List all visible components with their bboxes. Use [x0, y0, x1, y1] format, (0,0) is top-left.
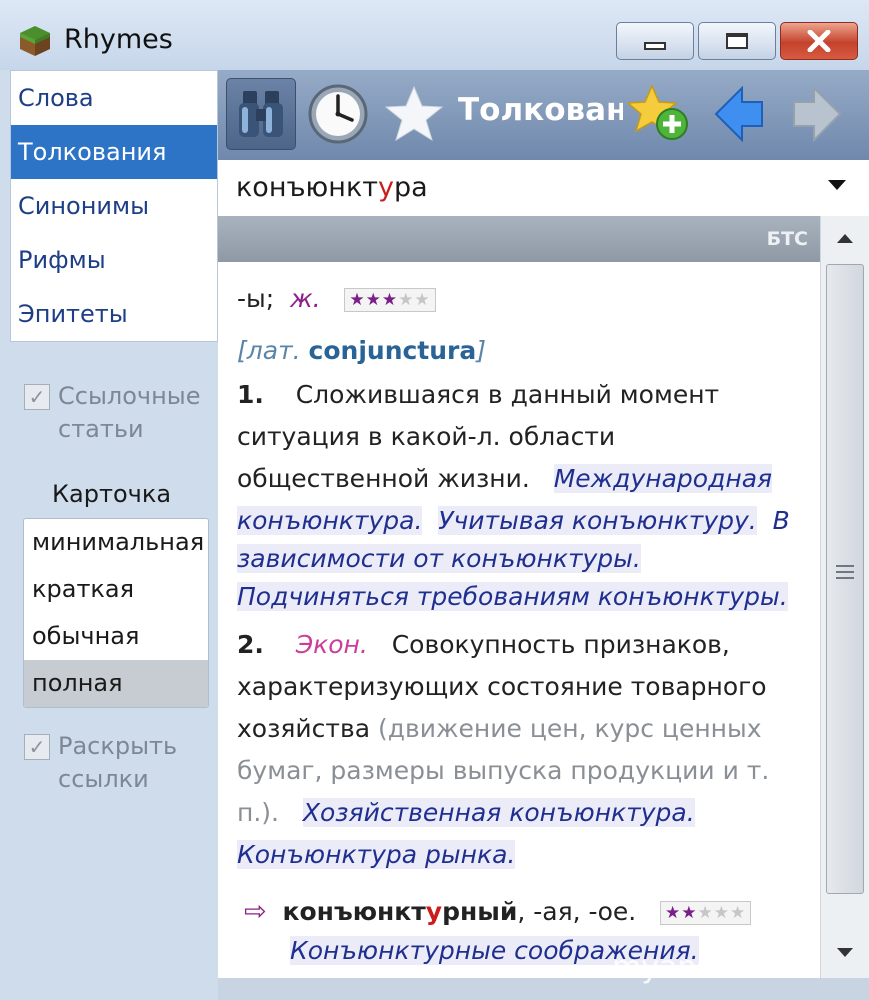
clock-icon[interactable] [306, 82, 370, 146]
word-stress-letter: у [377, 172, 394, 203]
close-button[interactable] [780, 22, 858, 60]
maximize-icon [726, 33, 748, 49]
expand-links-label-1: Раскрыть [58, 732, 178, 760]
sense-note: п.). [237, 798, 279, 827]
example-text: конъюнктура. [237, 506, 423, 535]
card-option-short[interactable]: краткая [24, 566, 208, 613]
derivative-word[interactable]: конъюнктурный [283, 897, 518, 926]
window-title: Rhymes [64, 24, 173, 55]
sense-text: ситуация в какой-л. области [237, 422, 616, 451]
nav-item-words[interactable]: Слова [11, 71, 217, 125]
star-icon[interactable] [384, 84, 444, 144]
frequency-rating: ★★★★★ [344, 288, 436, 312]
sense-text: Совокупность признаков, [391, 630, 730, 659]
back-arrow-icon[interactable] [712, 84, 768, 144]
etymology-word: conjunctura [308, 336, 477, 365]
card-label: Карточка [52, 480, 172, 508]
left-panel: Слова Толкования Синонимы Рифмы Эпитеты … [10, 70, 218, 1000]
word-part: ра [393, 172, 428, 203]
sense-text: Сложившаяся в данный момент [295, 380, 720, 409]
word-search-box[interactable]: конъюнктура [218, 160, 869, 217]
watermark: myanswer.ru [612, 950, 806, 985]
toolbar: Толкования [218, 70, 869, 160]
sense-text: хозяйства [237, 714, 371, 743]
example-text: Хозяйственная конъюнктура. [302, 798, 695, 827]
dropdown-arrow-icon[interactable] [828, 180, 846, 190]
sense-note: (движение цен, курс ценных [378, 714, 762, 743]
grammar-ending: -ы; [237, 284, 275, 313]
binoculars-button[interactable] [226, 78, 296, 150]
frequency-rating: ★★★★★ [660, 901, 752, 925]
source-label: БТС [766, 228, 808, 250]
derivative-arrow-icon: ⇨ [244, 896, 267, 927]
word-input[interactable]: конъюнктура [218, 160, 818, 216]
binoculars-icon [239, 91, 283, 137]
cube-app-icon [20, 26, 50, 56]
word-stress-letter: у [425, 897, 443, 926]
nav-item-epithets[interactable]: Эпитеты [11, 287, 217, 341]
sense-note: бумаг, размеры выпуска продукции и т. [237, 756, 770, 785]
sense-text: характеризующих состояние товарного [237, 672, 767, 701]
example-text: Международная [553, 464, 773, 493]
vertical-scrollbar[interactable] [820, 216, 869, 978]
sense-number: 2. [237, 630, 264, 659]
forward-arrow-icon[interactable] [788, 84, 844, 144]
expand-links-label-2: ссылки [58, 765, 149, 793]
checkmark-icon: ✓ [24, 384, 50, 410]
title-bar: Rhymes [0, 0, 869, 70]
grip-icon [836, 565, 854, 583]
nav-item-definitions[interactable]: Толкования [11, 125, 217, 179]
example-text: Учитывая конъюнктуру. [438, 506, 757, 535]
scroll-thumb[interactable] [826, 264, 864, 894]
word-part: рный [442, 897, 518, 926]
word-part: конъюнкт [236, 172, 378, 203]
expand-links-checkbox[interactable]: ✓ Раскрыть ссылки [24, 730, 177, 796]
example-text: В [772, 506, 790, 535]
nav-item-rhymes[interactable]: Рифмы [11, 233, 217, 287]
minimize-button[interactable] [616, 22, 694, 60]
example-text: Конъюнктура рынка. [237, 840, 516, 869]
ref-articles-label-2: статьи [58, 415, 144, 443]
ref-articles-checkbox[interactable]: ✓ Ссылочные статьи [24, 380, 201, 446]
close-icon [807, 30, 831, 52]
sense-text: общественной жизни. [237, 464, 530, 493]
example-text: Подчиняться требованиям конъюнктуры. [237, 582, 788, 611]
article-content: -ы; ж. ★★★★★ [лат. conjunctura] 1. Сложи… [218, 262, 820, 978]
example-text: зависимости от конъюнктуры. [237, 544, 641, 573]
domain-label: Экон. [295, 630, 368, 659]
card-option-minimal[interactable]: минимальная [24, 519, 208, 566]
card-option-normal[interactable]: обычная [24, 613, 208, 660]
source-header: БТС [218, 216, 820, 262]
sense-number: 1. [237, 380, 264, 409]
derivative-endings: , -ая, -ое. [517, 897, 637, 926]
word-part: конъюнкт [282, 897, 426, 926]
scroll-down-icon[interactable] [837, 948, 853, 957]
minimize-icon [644, 42, 666, 50]
mode-list: Слова Толкования Синонимы Рифмы Эпитеты [10, 70, 218, 342]
gender-mark: ж. [290, 284, 321, 313]
card-option-full[interactable]: полная [24, 660, 208, 707]
checkmark-icon: ✓ [24, 734, 50, 760]
maximize-button[interactable] [698, 22, 776, 60]
add-favorite-icon[interactable] [628, 84, 694, 144]
toolbar-title: Толкования [458, 92, 623, 128]
etymology-language: лат. [246, 336, 301, 365]
nav-item-synonyms[interactable]: Синонимы [11, 179, 217, 233]
scroll-up-icon[interactable] [837, 234, 853, 243]
card-type-list: минимальная краткая обычная полная [23, 518, 209, 708]
ref-articles-label-1: Ссылочные [58, 382, 201, 410]
